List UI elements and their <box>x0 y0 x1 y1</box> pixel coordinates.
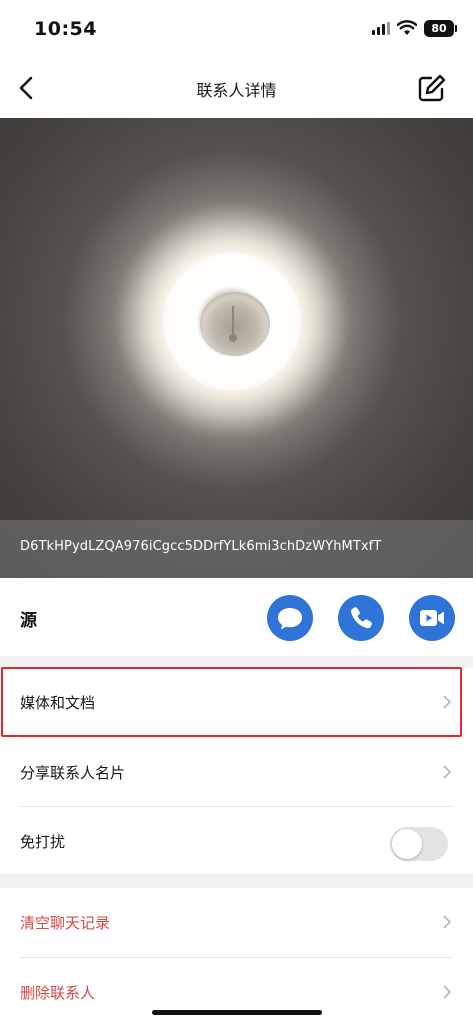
danger-actions: 清空聊天记录 删除联系人 <box>0 888 473 1024</box>
video-camera-icon <box>420 610 444 626</box>
message-button[interactable] <box>267 595 313 641</box>
wifi-icon <box>396 20 418 36</box>
highlight-box <box>1 667 462 737</box>
home-indicator <box>152 1010 322 1015</box>
contact-name-row: 源 <box>0 578 473 656</box>
battery-cap <box>455 25 457 32</box>
edit-button[interactable] <box>414 70 450 106</box>
menu-label-delete-contact: 删除联系人 <box>20 984 96 1002</box>
phone-icon <box>350 607 372 629</box>
edit-icon <box>418 74 446 102</box>
status-time: 10:54 <box>34 18 97 40</box>
chevron-right-icon <box>443 985 452 999</box>
menu-item-clear-chat[interactable]: 清空聊天记录 <box>0 888 473 956</box>
menu-item-share-card[interactable]: 分享联系人名片 <box>0 738 473 806</box>
menu-label-share-card: 分享联系人名片 <box>20 764 126 782</box>
menu-label-clear-chat: 清空聊天记录 <box>20 914 111 932</box>
contact-name: 源 <box>20 611 37 631</box>
dnd-toggle-knob <box>392 829 422 859</box>
chat-bubble-icon <box>278 608 302 630</box>
menu-item-dnd: 免打扰 <box>0 807 473 875</box>
page-title: 联系人详情 <box>196 81 277 100</box>
photo-lamp-stem <box>232 306 234 336</box>
dnd-toggle[interactable] <box>390 827 448 861</box>
photo-lamp-core <box>200 292 270 356</box>
nav-bar: 联系人详情 <box>0 60 473 118</box>
chevron-right-icon <box>443 915 452 929</box>
signal-icon <box>372 22 390 35</box>
contact-id[interactable]: D6TkHPydLZQA976iCgcc5DDrfYLk6mi3chDzWYhM… <box>20 539 381 554</box>
contact-photo[interactable] <box>0 118 473 578</box>
photo-lamp-dot <box>229 334 237 342</box>
status-bar: 10:54 80 <box>0 0 473 60</box>
menu-label-dnd: 免打扰 <box>20 833 66 851</box>
contact-id-strip: D6TkHPydLZQA976iCgcc5DDrfYLk6mi3chDzWYhM… <box>0 520 473 578</box>
call-button[interactable] <box>338 595 384 641</box>
video-call-button[interactable] <box>409 595 455 641</box>
battery-icon: 80 <box>424 20 454 37</box>
chevron-right-icon <box>443 765 452 779</box>
contact-details-screen: 10:54 80 联系人详情 D6TkHPydLZQA976iCgcc5DDrf… <box>0 0 473 1024</box>
